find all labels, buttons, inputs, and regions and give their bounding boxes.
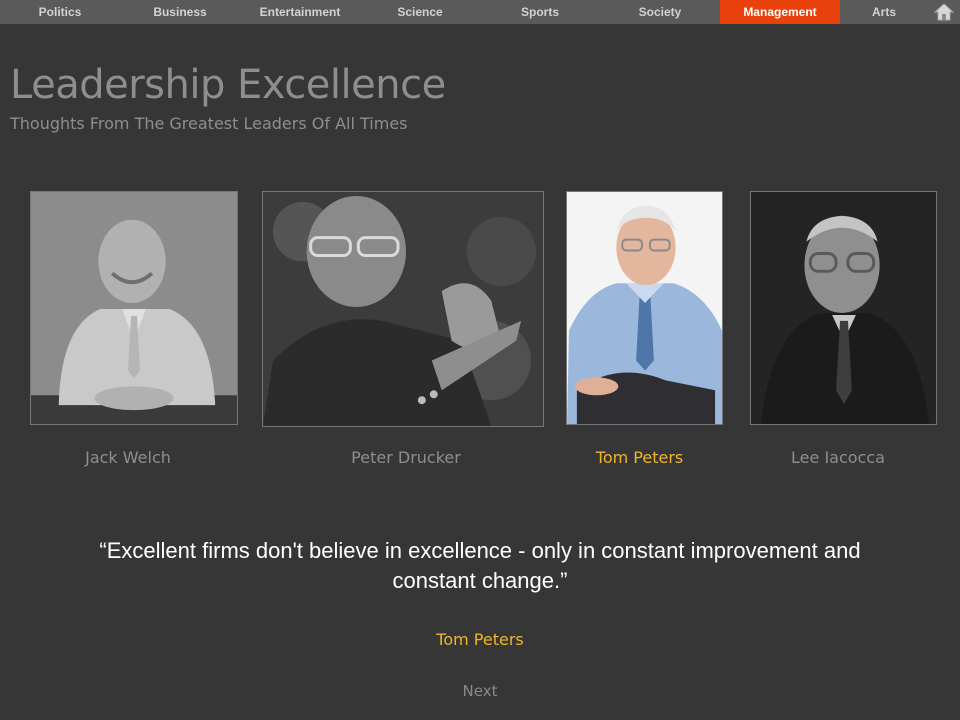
top-nav-bar: Politics Business Entertainment Science … bbox=[0, 0, 960, 24]
page-subtitle: Thoughts From The Greatest Leaders Of Al… bbox=[10, 114, 408, 133]
portrait-tom-peters[interactable] bbox=[566, 191, 723, 425]
nav-item-arts[interactable]: Arts bbox=[840, 0, 928, 24]
lee-iacocca-photo bbox=[751, 192, 936, 424]
quote-author: Tom Peters bbox=[436, 630, 524, 649]
portrait-jack-welch[interactable] bbox=[30, 191, 238, 425]
nav-item-sports[interactable]: Sports bbox=[480, 0, 600, 24]
portrait-lee-iacocca[interactable] bbox=[750, 191, 937, 425]
nav-item-science[interactable]: Science bbox=[360, 0, 480, 24]
nav-item-management[interactable]: Management bbox=[720, 0, 840, 24]
home-icon bbox=[933, 3, 955, 21]
nav-item-politics[interactable]: Politics bbox=[0, 0, 120, 24]
quote-text: “Excellent firms don't believe in excell… bbox=[99, 538, 861, 593]
leader-name-tom-peters[interactable]: Tom Peters bbox=[566, 448, 713, 467]
leader-name-jack-welch[interactable]: Jack Welch bbox=[30, 448, 226, 467]
nav-item-business[interactable]: Business bbox=[120, 0, 240, 24]
leader-name-lee-iacocca[interactable]: Lee Iacocca bbox=[750, 448, 926, 467]
jack-welch-photo bbox=[31, 192, 237, 424]
peter-drucker-photo bbox=[263, 192, 543, 426]
next-link[interactable]: Next bbox=[0, 682, 960, 700]
page-title: Leadership Excellence bbox=[10, 62, 446, 108]
tom-peters-photo bbox=[567, 192, 722, 424]
portrait-peter-drucker[interactable] bbox=[262, 191, 544, 427]
nav-item-entertainment[interactable]: Entertainment bbox=[240, 0, 360, 24]
leader-name-peter-drucker[interactable]: Peter Drucker bbox=[296, 448, 516, 467]
home-button[interactable] bbox=[928, 0, 960, 24]
nav-item-society[interactable]: Society bbox=[600, 0, 720, 24]
